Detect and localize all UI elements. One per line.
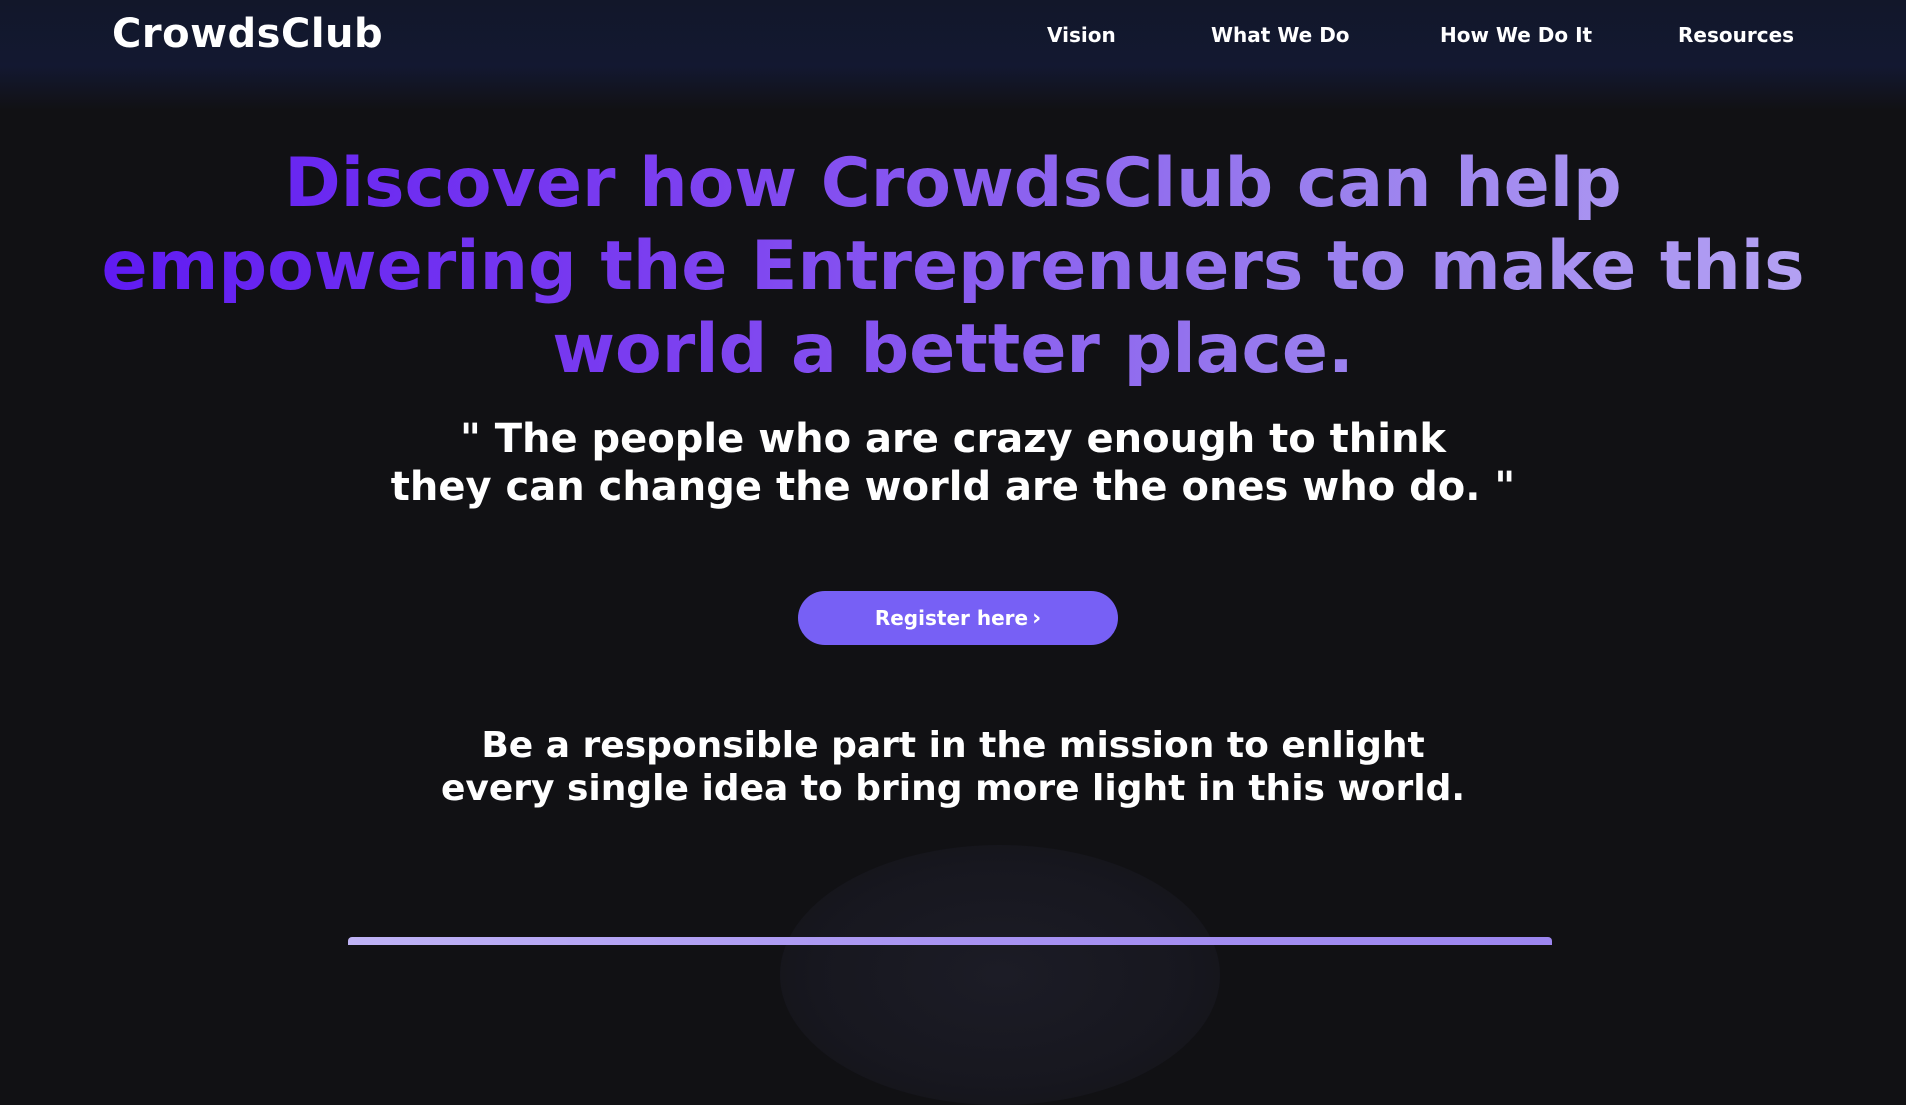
nav-link-vision[interactable]: Vision xyxy=(1047,23,1116,47)
top-navigation-bar: CrowdsClub Vision What We Do How We Do I… xyxy=(0,0,1906,110)
nav-link-resources[interactable]: Resources xyxy=(1678,23,1794,47)
register-button-label: Register here xyxy=(874,606,1029,630)
nav-link-what-we-do[interactable]: What We Do xyxy=(1211,23,1350,47)
hero-quote: " The people who are crazy enough to thi… xyxy=(0,415,1906,511)
hero-headline-line: empowering the Entreprenuers to make thi… xyxy=(101,227,1805,306)
hero-headline: Discover how CrowdsClub can help empower… xyxy=(0,142,1906,391)
content-preview-card xyxy=(348,937,1552,945)
hero-quote-line: " The people who are crazy enough to thi… xyxy=(459,416,1447,462)
mission-line: every single idea to bring more light in… xyxy=(440,768,1466,809)
register-button[interactable]: Register here › xyxy=(798,591,1118,645)
hero-quote-line: they can change the world are the ones w… xyxy=(390,464,1516,510)
background-glow xyxy=(780,845,1220,1105)
hero-headline-line: world a better place. xyxy=(552,310,1354,389)
chevron-right-icon: › xyxy=(1032,606,1042,631)
mission-statement: Be a responsible part in the mission to … xyxy=(0,724,1906,810)
hero-headline-line: Discover how CrowdsClub can help xyxy=(284,144,1622,223)
mission-line: Be a responsible part in the mission to … xyxy=(481,725,1425,766)
main-nav: Vision What We Do How We Do It Resources xyxy=(0,23,1906,53)
nav-link-how-we-do-it[interactable]: How We Do It xyxy=(1440,23,1592,47)
